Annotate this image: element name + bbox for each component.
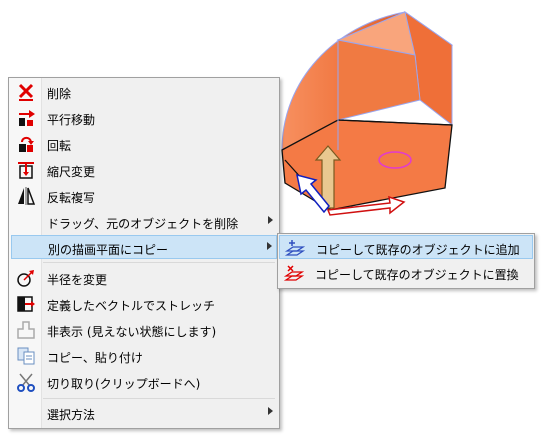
context-menu: 削除 平行移動 回転 縮尺変更 反転複写 ドラッグ、元のオブジェクトを削除 別の…	[8, 77, 280, 429]
copy-add-icon	[285, 240, 305, 256]
submenu-item-copy-add[interactable]: コピーして既存のオブジェクトに追加	[279, 235, 533, 259]
menu-item-hide[interactable]: 非表示 (見えない状態にします)	[11, 318, 277, 342]
hide-icon	[17, 321, 35, 339]
radius-icon	[17, 270, 34, 287]
menu-separator	[43, 398, 275, 399]
submenu-arrow-icon	[267, 242, 272, 250]
copy-to-plane-submenu: コピーして既存のオブジェクトに追加 コピーして既存のオブジェクトに置換	[277, 233, 535, 289]
menu-item-delete[interactable]: 削除	[11, 80, 277, 104]
menu-item-label: 縮尺変更	[47, 165, 96, 179]
menu-item-stretch[interactable]: 定義したベクトルでストレッチ	[11, 292, 277, 316]
scale-icon	[18, 162, 34, 179]
menu-item-label: 反転複写	[47, 191, 96, 205]
submenu-item-copy-replace[interactable]: コピーして既存のオブジェクトに置換	[279, 261, 533, 285]
cut-icon	[17, 373, 35, 392]
menu-item-label: 別の描画平面にコピー	[48, 243, 169, 257]
menu-item-mirror-copy[interactable]: 反転複写	[11, 184, 277, 208]
menu-item-scale[interactable]: 縮尺変更	[11, 158, 277, 182]
menu-item-change-radius[interactable]: 半径を変更	[11, 266, 277, 290]
submenu-arrow-icon	[268, 407, 273, 415]
stretch-icon	[17, 296, 35, 312]
menu-item-label: 切り取り(クリップボードへ)	[47, 377, 201, 391]
menu-item-label: 選択方法	[47, 408, 96, 422]
submenu-item-label: コピーして既存のオブジェクトに置換	[315, 268, 519, 282]
menu-item-selection-method[interactable]: 選択方法	[11, 401, 277, 425]
menu-item-drag-delete-original[interactable]: ドラッグ、元のオブジェクトを削除	[11, 210, 277, 234]
menu-item-copy-to-other-plane[interactable]: 別の描画平面にコピー	[11, 235, 277, 259]
submenu-arrow-icon	[268, 216, 273, 224]
move-icon	[19, 110, 35, 126]
menu-item-rotate[interactable]: 回転	[11, 132, 277, 156]
menu-item-label: 削除	[47, 87, 72, 101]
delete-x-icon	[18, 83, 34, 101]
menu-separator	[43, 262, 275, 263]
menu-item-label: ドラッグ、元のオブジェクトを削除	[47, 217, 239, 231]
menu-item-label: 非表示 (見えない状態にします)	[47, 325, 217, 339]
submenu-item-label: コピーして既存のオブジェクトに追加	[316, 243, 520, 257]
menu-item-label: 回転	[47, 139, 72, 153]
menu-item-label: 平行移動	[47, 113, 96, 127]
menu-item-label: 定義したベクトルでストレッチ	[47, 299, 216, 313]
rotate-icon	[19, 136, 34, 152]
menu-item-cut[interactable]: 切り取り(クリップボードへ)	[11, 370, 277, 394]
copy-paste-icon	[17, 347, 35, 365]
mirror-copy-icon	[18, 187, 36, 205]
copy-replace-icon	[284, 265, 304, 281]
menu-item-copy-paste[interactable]: コピー、貼り付け	[11, 344, 277, 368]
menu-item-label: コピー、貼り付け	[47, 351, 143, 365]
menu-item-move[interactable]: 平行移動	[11, 106, 277, 130]
menu-item-label: 半径を変更	[47, 273, 108, 287]
